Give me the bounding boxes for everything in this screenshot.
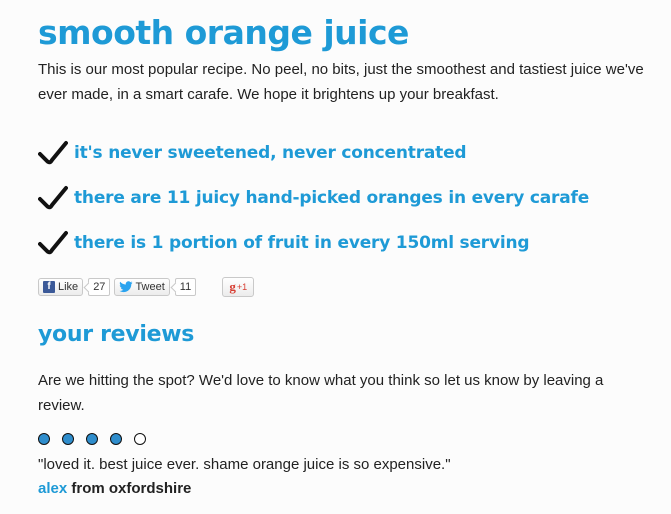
like-count: 27 — [88, 278, 111, 296]
feature-item: there are 11 juicy hand-picked oranges i… — [38, 184, 589, 212]
page-title: smooth orange juice — [38, 13, 409, 52]
checkmark-icon — [38, 186, 68, 210]
review-quote: "loved it. best juice ever. shame orange… — [38, 456, 451, 473]
like-label: Like — [58, 281, 79, 293]
tweet-count: 11 — [174, 278, 197, 296]
rating-dot-filled — [110, 433, 122, 445]
checkmark-icon — [38, 141, 68, 165]
rating-dot-filled — [62, 433, 74, 445]
tweet-button[interactable]: Tweet — [114, 278, 170, 296]
feature-item: it's never sweetened, never concentrated — [38, 139, 467, 167]
review-author-location: from oxfordshire — [67, 480, 192, 497]
feature-text: there are 11 juicy hand-picked oranges i… — [74, 188, 590, 208]
product-description: This is our most popular recipe. No peel… — [38, 61, 644, 103]
plus-one-label: +1 — [236, 282, 248, 292]
review-author: alex from oxfordshire — [38, 480, 191, 497]
checkmark-icon — [38, 231, 68, 255]
rating-dot-filled — [38, 433, 50, 445]
feature-text: it's never sweetened, never concentrated — [74, 143, 467, 163]
reviews-heading: your reviews — [38, 322, 195, 347]
product-page: smooth orange juice This is our most pop… — [0, 0, 671, 514]
rating-dot-empty — [134, 433, 146, 445]
google-plus-one-button[interactable]: g +1 — [222, 277, 255, 297]
social-share-bar: f Like 27 Tweet 11 g +1 — [38, 276, 255, 298]
facebook-like-button[interactable]: f Like — [38, 278, 84, 296]
facebook-icon: f — [43, 281, 55, 293]
review-rating — [38, 433, 158, 445]
twitter-bird-icon — [119, 281, 133, 293]
reviews-intro: Are we hitting the spot? We'd love to kn… — [38, 372, 604, 414]
review-author-name[interactable]: alex — [38, 480, 67, 497]
rating-dot-filled — [86, 433, 98, 445]
google-plus-icon: g — [229, 279, 236, 294]
feature-item: there is 1 portion of fruit in every 150… — [38, 229, 530, 257]
feature-text: there is 1 portion of fruit in every 150… — [74, 233, 530, 253]
tweet-label: Tweet — [135, 281, 165, 293]
